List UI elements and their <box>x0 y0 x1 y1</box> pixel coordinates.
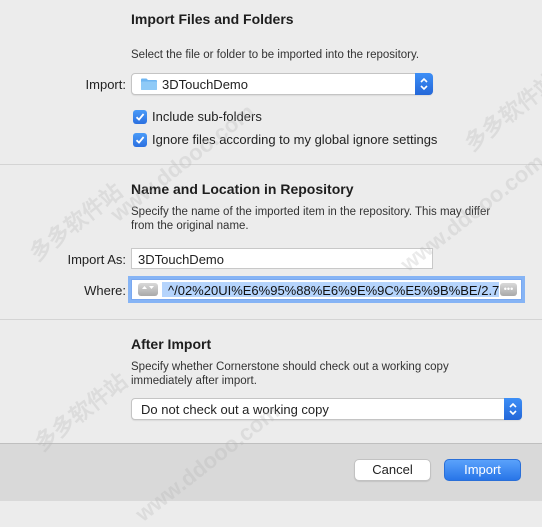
import-as-value: 3DTouchDemo <box>138 252 224 267</box>
cancel-button[interactable]: Cancel <box>354 459 431 481</box>
import-source-popup[interactable]: 3DTouchDemo <box>131 73 433 95</box>
where-path-value: ^/02%20UI%E6%95%88%E6%9E%9C%E5%9B%BE/2.7 <box>168 283 499 297</box>
import-source-value: 3DTouchDemo <box>162 77 248 92</box>
ignore-files-checkbox[interactable] <box>133 133 147 147</box>
import-dialog: Import Files and Folders Select the file… <box>0 0 542 526</box>
import-button[interactable]: Import <box>444 459 521 481</box>
import-as-field[interactable]: 3DTouchDemo <box>131 248 433 269</box>
name-location-description-2: from the original name. <box>131 220 249 232</box>
checkout-option-value: Do not check out a working copy <box>141 402 329 417</box>
checkmark-icon <box>135 136 145 144</box>
checkout-option-popup[interactable]: Do not check out a working copy <box>131 398 522 420</box>
import-files-section: Import Files and Folders Select the file… <box>0 0 542 164</box>
ignore-files-label: Ignore files according to my global igno… <box>152 132 438 147</box>
section-title-after-import: After Import <box>131 336 212 352</box>
dialog-footer: Cancel Import <box>0 443 542 501</box>
import-description: Select the file or folder to be imported… <box>131 49 420 61</box>
folder-icon <box>141 78 157 90</box>
ellipsis-icon: ••• <box>503 284 514 294</box>
after-import-description-2: immediately after import. <box>131 375 257 387</box>
where-label: Where: <box>84 283 126 298</box>
double-arrow-icon <box>142 286 154 289</box>
name-location-section: Name and Location in Repository Specify … <box>0 165 542 319</box>
name-location-description-1: Specify the name of the imported item in… <box>131 206 491 218</box>
path-history-button[interactable] <box>138 283 158 296</box>
after-import-description-1: Specify whether Cornerstone should check… <box>131 361 449 373</box>
checkmark-icon <box>135 113 145 121</box>
path-selection: ^/02%20UI%E6%95%88%E6%9E%9C%E5%9B%BE/2.7 <box>162 282 499 297</box>
popup-stepper-icon <box>504 398 522 420</box>
after-import-section: After Import Specify whether Cornerstone… <box>0 320 542 442</box>
where-path-field[interactable]: ^/02%20UI%E6%95%88%E6%9E%9C%E5%9B%BE/2.7… <box>131 279 522 300</box>
popup-stepper-icon <box>415 73 433 95</box>
include-subfolders-checkbox[interactable] <box>133 110 147 124</box>
include-subfolders-label: Include sub-folders <box>152 109 262 124</box>
import-label: Import: <box>85 77 126 92</box>
section-title-import: Import Files and Folders <box>131 11 294 27</box>
section-title-name-location: Name and Location in Repository <box>131 181 354 197</box>
import-as-label: Import As: <box>67 252 126 267</box>
browse-button[interactable]: ••• <box>500 283 517 296</box>
